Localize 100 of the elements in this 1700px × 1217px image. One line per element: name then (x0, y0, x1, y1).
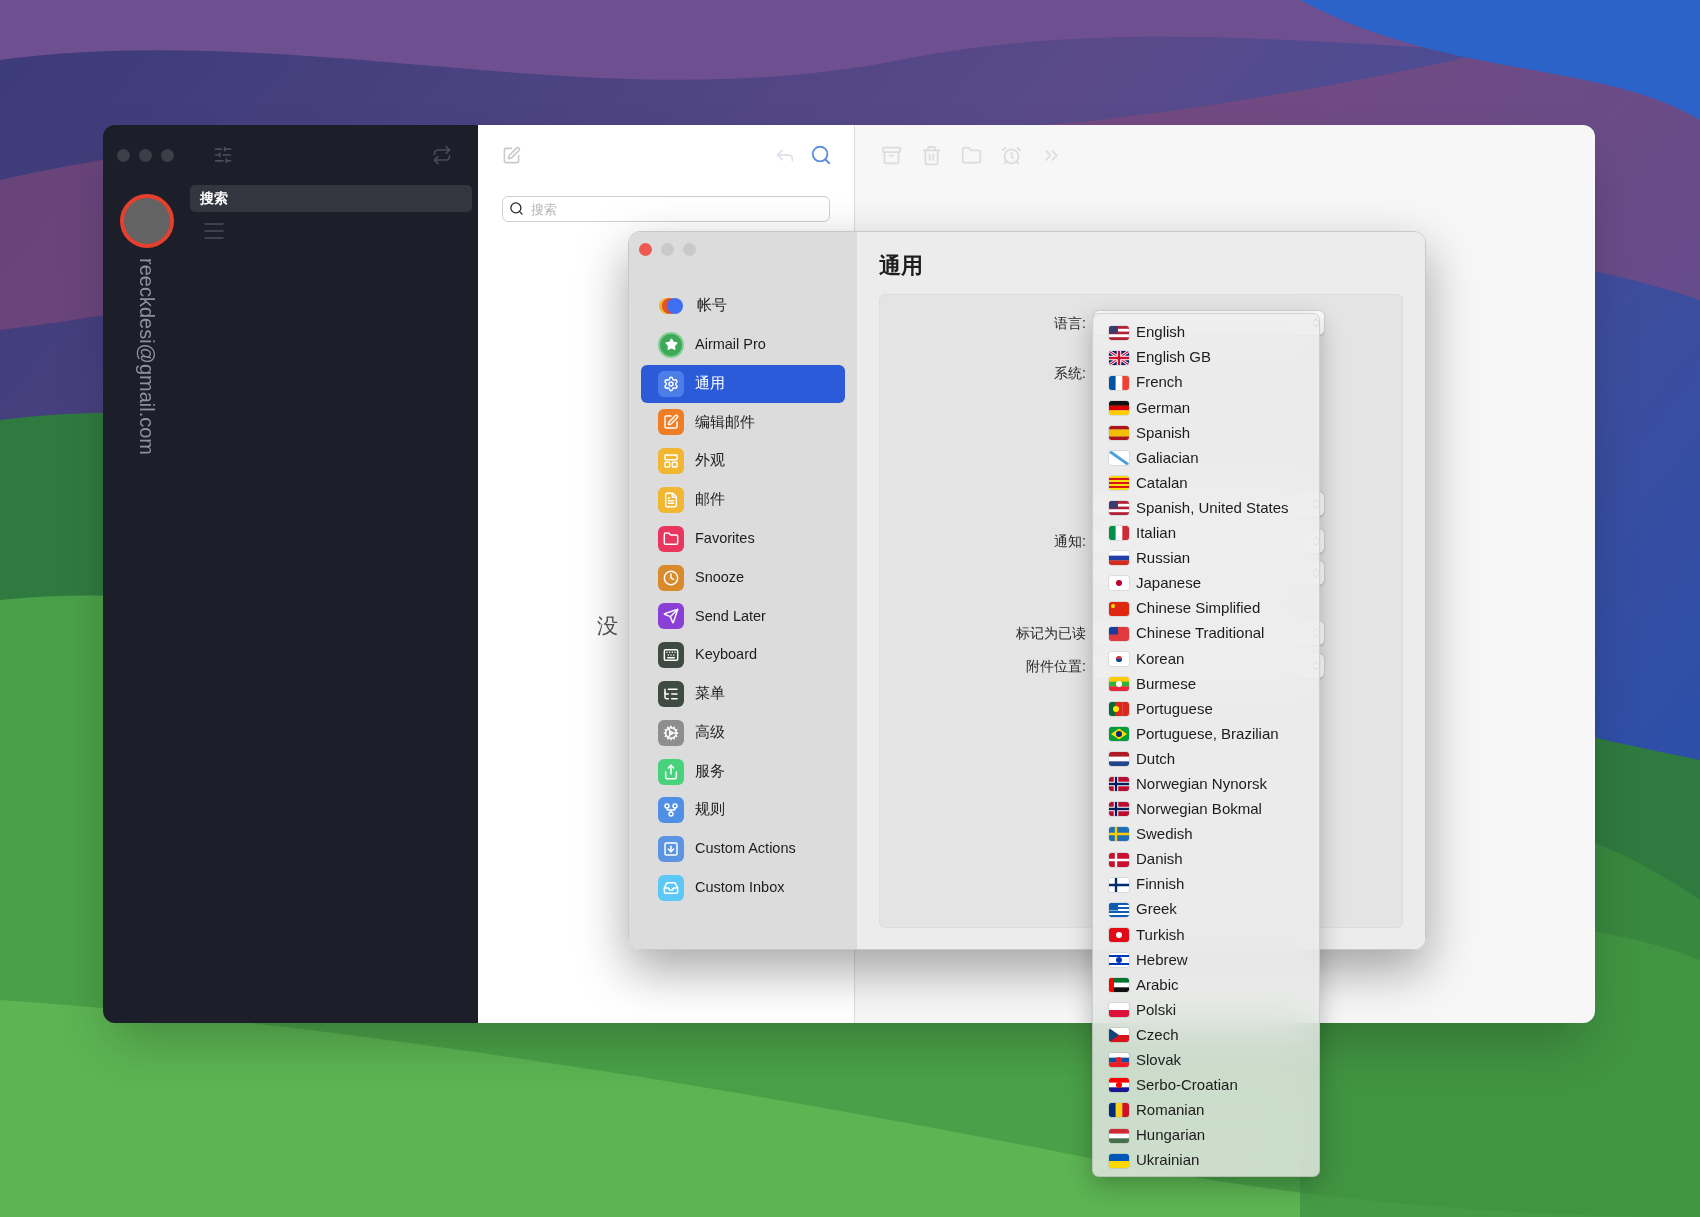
flag-icon (1109, 927, 1129, 942)
menu-item[interactable]: Portuguese, Brazilian (1098, 721, 1314, 747)
menu-item[interactable]: English (1098, 320, 1314, 346)
menu-item[interactable]: Hungarian (1098, 1123, 1314, 1149)
flag-icon (1109, 1028, 1129, 1043)
fork-icon (658, 797, 684, 824)
window-control[interactable] (117, 148, 130, 162)
menu-item[interactable]: Swedish (1098, 821, 1314, 847)
flag-icon (1109, 425, 1129, 440)
mailbox-item[interactable]: 搜索 (190, 185, 472, 212)
flag-icon (1109, 651, 1129, 666)
star-badge-icon (658, 331, 684, 358)
flag-icon (1109, 727, 1129, 742)
menu-item[interactable]: Slovak (1098, 1047, 1314, 1073)
menu-item[interactable]: Japanese (1098, 570, 1314, 597)
field-label: 通知: (1054, 531, 1086, 551)
search-field[interactable]: 搜索 (502, 196, 830, 222)
menu-item[interactable]: Norwegian Bokmal (1098, 796, 1314, 822)
menu-item[interactable]: Hebrew (1098, 947, 1314, 973)
flag-icon (1109, 501, 1129, 516)
menu-item[interactable]: Chinese Simplified (1098, 596, 1314, 622)
close-button[interactable] (639, 243, 652, 256)
field-label: 附件位置: (1026, 656, 1086, 676)
sidebar-item[interactable]: 服务 (641, 752, 845, 791)
sidebar-item[interactable]: 帐号 (641, 287, 845, 325)
menu-item[interactable]: Turkish (1098, 922, 1314, 948)
sidebar-item[interactable]: 外观 (641, 442, 845, 481)
gears-icon (658, 719, 684, 746)
sidebar-item[interactable]: 高级 (641, 713, 845, 752)
swap-icon[interactable] (432, 145, 452, 165)
menu-item[interactable]: Burmese (1098, 671, 1314, 697)
menu-item[interactable]: Russian (1098, 545, 1314, 571)
menu-item[interactable]: Serbo-Croatian (1098, 1072, 1314, 1098)
menu-item[interactable]: Galiacian (1098, 445, 1314, 471)
flag-icon (1109, 852, 1129, 867)
sliders-icon[interactable] (213, 145, 233, 165)
keyboard-icon (658, 642, 684, 669)
menu-item[interactable]: Catalan (1098, 470, 1314, 496)
menu-item[interactable]: Spanish, United States (1098, 495, 1314, 521)
sidebar-item[interactable]: 邮件 (641, 481, 845, 519)
menu-item[interactable]: Arabic (1098, 972, 1314, 998)
sidebar-item[interactable]: Keyboard (641, 636, 845, 675)
flag-icon (1109, 350, 1129, 365)
menu-item[interactable]: English GB (1098, 345, 1314, 371)
sidebar-item[interactable]: Custom Actions (641, 830, 845, 869)
search-icon (509, 201, 524, 216)
flag-icon (1109, 400, 1129, 415)
field-label: 系统: (1054, 363, 1086, 383)
menu-item[interactable]: Spanish (1098, 420, 1314, 446)
sidebar-item[interactable]: Snooze (641, 558, 845, 597)
gear-icon (658, 370, 684, 397)
flag-icon (1109, 777, 1129, 792)
flag-icon (1109, 1103, 1129, 1118)
menu-item[interactable]: Finnish (1098, 872, 1314, 898)
sidebar-item[interactable]: Favorites (641, 519, 845, 558)
sidebar-item[interactable]: Custom Inbox (641, 868, 845, 907)
sidebar-item[interactable]: 通用 (641, 364, 845, 403)
flag-icon (1109, 451, 1129, 465)
menu-item[interactable]: French (1098, 370, 1314, 396)
flag-icon (1109, 476, 1129, 491)
menu-item[interactable]: Ukrainian (1098, 1148, 1314, 1174)
menu-item[interactable]: Czech (1098, 1022, 1314, 1048)
flag-icon (1109, 752, 1129, 767)
paper-plane-icon (658, 603, 684, 630)
sidebar-item[interactable]: Send Later (641, 597, 845, 636)
compose-icon[interactable] (502, 145, 521, 165)
sidebar-item[interactable]: 菜单 (641, 674, 845, 713)
flag-icon (1109, 802, 1129, 817)
alarm-icon[interactable] (1001, 144, 1022, 166)
menu-item[interactable]: Danish (1098, 846, 1314, 873)
menu-item[interactable]: Romanian (1098, 1097, 1314, 1123)
field-label: 语言: (1054, 313, 1086, 333)
menu-item[interactable]: Korean (1098, 646, 1314, 672)
menu-item[interactable]: Norwegian Nynorsk (1098, 771, 1314, 797)
field-label: 标记为已读 (1016, 623, 1086, 643)
sidebar-item[interactable]: Airmail Pro (641, 325, 845, 364)
layout-icon (658, 448, 684, 475)
trash-icon[interactable] (921, 144, 942, 166)
menu-item[interactable]: Portuguese (1098, 696, 1314, 722)
menu-item[interactable]: Chinese Traditional (1098, 621, 1314, 647)
avatar[interactable] (119, 194, 174, 248)
menu-item[interactable]: Polski (1098, 997, 1314, 1023)
archive-icon[interactable] (881, 144, 902, 166)
sidebar-item[interactable]: 编辑邮件 (641, 403, 845, 442)
empty-message: 没 (597, 613, 618, 639)
pane-title: 通用 (879, 252, 924, 279)
clock-icon (658, 564, 684, 591)
search-icon[interactable] (810, 144, 832, 166)
menu-item[interactable]: German (1098, 395, 1314, 421)
sidebar-item[interactable]: 规则 (641, 791, 845, 830)
window-control[interactable] (161, 148, 174, 162)
folder-icon[interactable] (961, 144, 982, 166)
menu-item[interactable]: Dutch (1098, 746, 1314, 772)
flag-icon (1109, 902, 1129, 917)
flag-icon (1109, 1003, 1129, 1018)
flag-icon (1109, 676, 1129, 691)
menu-item[interactable]: Italian (1098, 520, 1314, 546)
flag-icon (1109, 375, 1129, 390)
menu-item[interactable]: Greek (1098, 897, 1314, 923)
window-control[interactable] (139, 148, 152, 162)
